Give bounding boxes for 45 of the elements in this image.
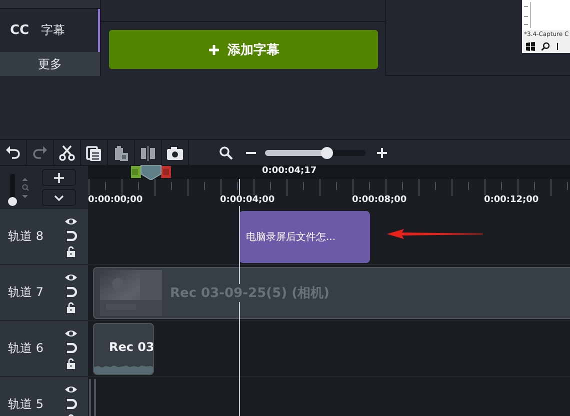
search-icon[interactable] [219,146,233,160]
caption-clip[interactable]: 电脑录屏后文件怎... [239,211,370,263]
track-header[interactable]: 轨道 5 [0,377,88,416]
time-label: 0:00:00;00 [88,195,143,206]
magnet-icon[interactable] [65,398,77,408]
track-menu-button[interactable] [42,189,76,206]
taskbar-icon[interactable] [556,42,559,50]
clipboard-icon [112,144,130,162]
copy-icon [85,144,103,162]
chevron-down-icon [54,194,64,200]
redo-icon [31,144,49,162]
ruler-drawing [524,2,531,28]
eye-icon[interactable] [64,384,78,394]
zoom-icon [21,176,29,198]
track-header[interactable]: 轨道 8 [0,209,88,264]
windows-icon[interactable] [526,42,535,50]
scissors-icon [58,144,76,162]
plus-icon[interactable] [376,146,388,158]
eye-icon[interactable] [64,216,78,226]
lock-icon[interactable] [66,358,76,368]
playhead-handle[interactable] [131,165,171,180]
lock-icon[interactable] [66,302,76,312]
lock-icon[interactable] [66,246,76,256]
add-track-button[interactable] [42,169,76,186]
split-icon [139,144,157,162]
playhead-line[interactable] [239,179,240,416]
magnet-icon[interactable] [65,230,77,240]
zoom-slider[interactable] [265,150,366,156]
plus-icon [208,44,220,56]
undo-icon [4,144,22,162]
eye-icon[interactable] [64,272,78,282]
more-button[interactable]: 更多 [0,52,100,76]
audio-waveform [94,366,153,374]
track-header[interactable]: 轨道 7 [0,265,88,320]
magnet-icon[interactable] [65,286,77,296]
playhead-time: 0:00:04;17 [262,166,317,177]
add-caption-button[interactable]: 添加字幕 [109,30,378,69]
eye-icon[interactable] [64,328,78,338]
time-label: 0:00:04;00 [220,195,275,206]
magnet-icon[interactable] [65,342,77,352]
time-label: 0:00:12;00 [484,195,539,206]
plus-icon [54,172,64,182]
time-label: 0:00:08;00 [352,195,407,206]
search-icon[interactable] [541,42,550,50]
track-header[interactable]: 轨道 6 [0,321,88,376]
